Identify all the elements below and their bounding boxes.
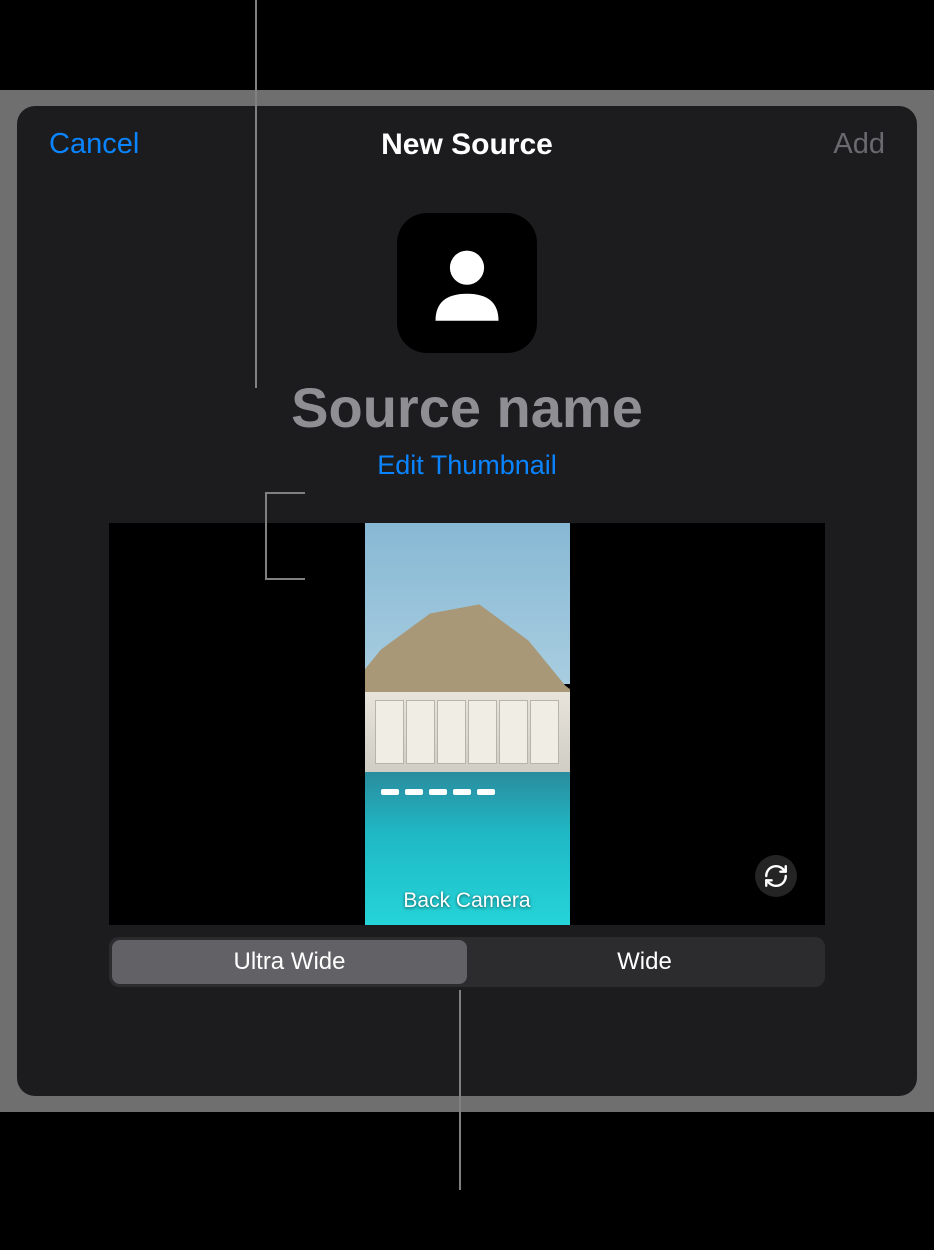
callout-line-bracket-stem bbox=[255, 88, 257, 388]
thumbnail-tile[interactable] bbox=[397, 213, 537, 353]
switch-camera-icon bbox=[763, 863, 789, 889]
switch-camera-button[interactable] bbox=[755, 855, 797, 897]
camera-preview-image: Back Camera bbox=[365, 523, 570, 925]
camera-preview-frame: Back Camera bbox=[109, 523, 825, 925]
segment-wide[interactable]: Wide bbox=[467, 940, 822, 984]
edit-thumbnail-button[interactable]: Edit Thumbnail bbox=[377, 450, 557, 481]
callout-line-top bbox=[255, 0, 257, 90]
thumbnail-area: Edit Thumbnail bbox=[17, 213, 917, 481]
callout-bracket bbox=[265, 492, 305, 580]
sheet-title: New Source bbox=[17, 128, 917, 162]
segment-ultra-wide[interactable]: Ultra Wide bbox=[112, 940, 467, 984]
new-source-sheet: Cancel New Source Add Edit Thumbnail bbox=[17, 106, 917, 1096]
camera-preview-area: Back Camera Ultra Wide Wide bbox=[109, 523, 825, 987]
cancel-button[interactable]: Cancel bbox=[49, 128, 139, 161]
add-button[interactable]: Add bbox=[833, 128, 885, 161]
camera-label: Back Camera bbox=[365, 889, 570, 913]
lens-segmented-control[interactable]: Ultra Wide Wide bbox=[109, 937, 825, 987]
sheet-header: Cancel New Source Add bbox=[17, 106, 917, 171]
person-placeholder-icon bbox=[422, 238, 512, 328]
source-name-input[interactable] bbox=[167, 375, 767, 440]
callout-line-bottom bbox=[459, 990, 461, 1190]
